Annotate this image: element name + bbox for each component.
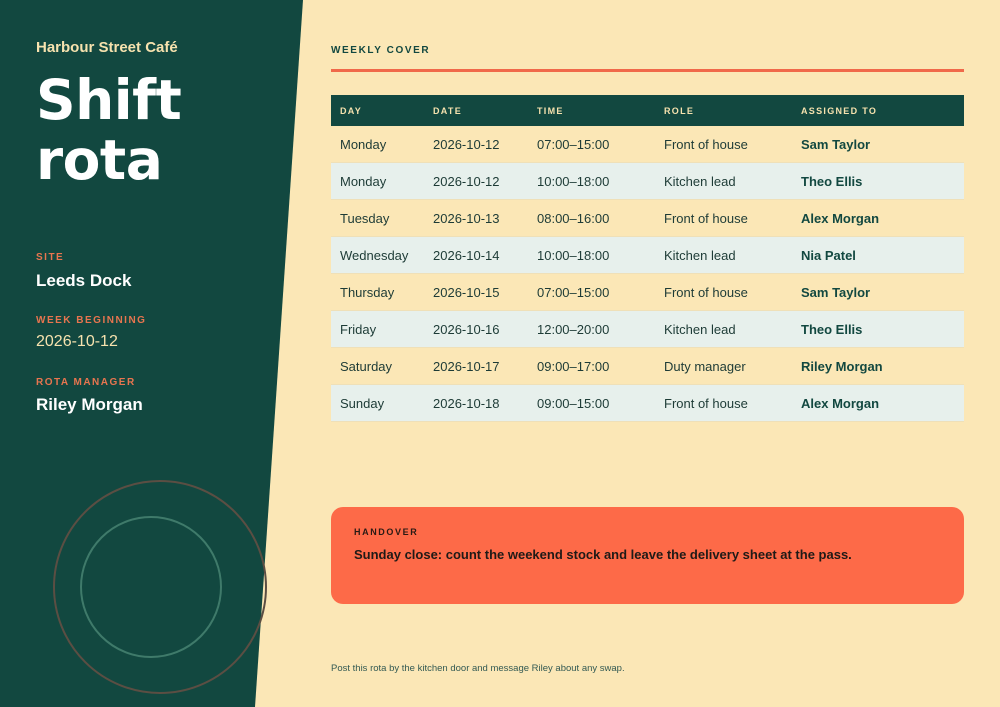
table-row: Tuesday 2026-10-13 08:00–16:00 Front of … [331, 199, 964, 237]
cell-role: Front of house [655, 273, 792, 311]
table-row: Wednesday 2026-10-14 10:00–18:00 Kitchen… [331, 236, 964, 274]
handover-label: HANDOVER [354, 527, 419, 537]
table-row: Thursday 2026-10-15 07:00–15:00 Front of… [331, 273, 964, 311]
inner-ring [80, 516, 222, 658]
cell-time: 10:00–18:00 [528, 236, 655, 274]
table-row: Monday 2026-10-12 07:00–15:00 Front of h… [331, 126, 964, 163]
outer-ring [53, 480, 267, 694]
cell-assigned: Alex Morgan [792, 384, 964, 422]
cell-day: Saturday [331, 347, 424, 385]
cell-assigned: Theo Ellis [792, 310, 964, 348]
cell-date: 2026-10-12 [424, 162, 528, 200]
rota-table: DAY DATE TIME ROLE ASSIGNED TO Monday 20… [331, 95, 964, 422]
cafe-name: Harbour Street Café [36, 39, 178, 56]
section-divider [331, 69, 964, 72]
cell-role: Duty manager [655, 347, 792, 385]
cell-time: 08:00–16:00 [528, 199, 655, 237]
column-header-assigned: ASSIGNED TO [792, 95, 964, 126]
column-header-day: DAY [331, 95, 424, 126]
cell-role: Kitchen lead [655, 310, 792, 348]
cell-date: 2026-10-15 [424, 273, 528, 311]
cell-day: Tuesday [331, 199, 424, 237]
cell-day: Wednesday [331, 236, 424, 274]
column-header-date: DATE [424, 95, 528, 126]
cell-date: 2026-10-18 [424, 384, 528, 422]
cell-date: 2026-10-17 [424, 347, 528, 385]
cell-assigned: Sam Taylor [792, 273, 964, 311]
cell-date: 2026-10-14 [424, 236, 528, 274]
table-row: Monday 2026-10-12 10:00–18:00 Kitchen le… [331, 162, 964, 200]
cell-day: Sunday [331, 384, 424, 422]
cell-day: Thursday [331, 273, 424, 311]
cell-date: 2026-10-13 [424, 199, 528, 237]
cell-day: Friday [331, 310, 424, 348]
week-value: 2026-10-12 [36, 333, 118, 350]
page-title: Shift rota [36, 68, 182, 192]
week-label: WEEK BEGINNING [36, 315, 147, 326]
column-header-time: TIME [528, 95, 655, 126]
cell-time: 07:00–15:00 [528, 273, 655, 311]
cell-time: 12:00–20:00 [528, 310, 655, 348]
cell-day: Monday [331, 162, 424, 200]
cell-assigned: Riley Morgan [792, 347, 964, 385]
cell-role: Front of house [655, 199, 792, 237]
cell-role: Kitchen lead [655, 236, 792, 274]
cell-time: 10:00–18:00 [528, 162, 655, 200]
table-row: Saturday 2026-10-17 09:00–17:00 Duty man… [331, 347, 964, 385]
site-value: Leeds Dock [36, 271, 132, 290]
cell-time: 09:00–15:00 [528, 384, 655, 422]
table-row: Friday 2026-10-16 12:00–20:00 Kitchen le… [331, 310, 964, 348]
cell-date: 2026-10-16 [424, 310, 528, 348]
cell-assigned: Nia Patel [792, 236, 964, 274]
table-row: Sunday 2026-10-18 09:00–15:00 Front of h… [331, 384, 964, 422]
manager-label: ROTA MANAGER [36, 377, 136, 388]
section-title: WEEKLY COVER [331, 45, 431, 56]
column-header-role: ROLE [655, 95, 792, 126]
cell-time: 07:00–15:00 [528, 126, 655, 163]
cell-role: Front of house [655, 384, 792, 422]
cell-time: 09:00–17:00 [528, 347, 655, 385]
manager-value: Riley Morgan [36, 395, 143, 414]
cell-role: Front of house [655, 126, 792, 163]
cell-day: Monday [331, 126, 424, 163]
footer-note: Post this rota by the kitchen door and m… [331, 663, 625, 674]
cell-assigned: Alex Morgan [792, 199, 964, 237]
cell-date: 2026-10-12 [424, 126, 528, 163]
cell-assigned: Theo Ellis [792, 162, 964, 200]
handover-card: HANDOVER Sunday close: count the weekend… [331, 507, 964, 604]
cell-assigned: Sam Taylor [792, 126, 964, 163]
cell-role: Kitchen lead [655, 162, 792, 200]
handover-text: Sunday close: count the weekend stock an… [354, 547, 852, 562]
site-label: SITE [36, 252, 65, 263]
table-header-row: DAY DATE TIME ROLE ASSIGNED TO [331, 95, 964, 126]
